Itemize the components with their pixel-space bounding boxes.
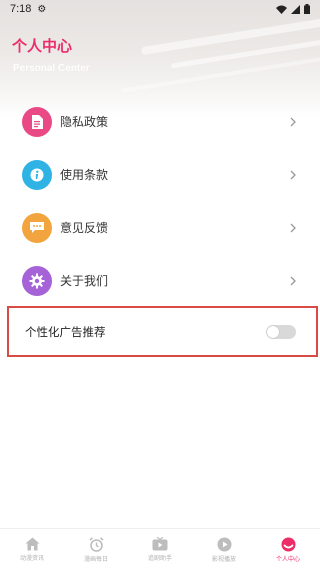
menu-item-label: 隐私政策: [60, 115, 109, 129]
tab-personal-center[interactable]: 个人中心: [256, 529, 320, 569]
document-icon: [22, 106, 52, 137]
gear-icon: [22, 265, 52, 296]
personalized-ads-toggle[interactable]: [266, 324, 296, 339]
menu-item-label: 意见反馈: [60, 221, 109, 235]
chevron-right-icon: [290, 170, 296, 179]
play-icon: [217, 537, 231, 552]
menu-item-privacy-policy[interactable]: 隐私政策: [0, 95, 320, 148]
chevron-right-icon: [290, 276, 296, 285]
status-bar: 7:18 ⚙: [0, 0, 320, 18]
info-icon: [22, 159, 52, 190]
battery-icon: [304, 4, 310, 14]
tab-label: 漫画每日: [83, 556, 108, 563]
tab-label: 影视播放: [211, 556, 236, 563]
personalized-ads-label: 个性化广告推荐: [25, 324, 106, 339]
home-icon: [25, 537, 39, 551]
chat-icon: [22, 212, 52, 243]
chevron-right-icon: [290, 117, 296, 126]
tab-label: 个人中心: [275, 556, 300, 563]
toggle-knob: [267, 325, 279, 338]
status-time: 7:18: [10, 3, 32, 15]
menu-item-terms-of-use[interactable]: 使用条款: [0, 148, 320, 201]
wifi-icon: [276, 5, 287, 14]
tab-label: 动漫资讯: [19, 555, 44, 562]
tab-anime-news[interactable]: 动漫资讯: [0, 529, 64, 569]
signal-icon: [291, 4, 300, 14]
bottom-tab-bar: 动漫资讯 漫画每日 追剧助手 影视播放 个人中心: [0, 528, 320, 569]
tab-daily-comics[interactable]: 漫画每日: [64, 529, 128, 569]
profile-icon: [281, 537, 295, 552]
page-subtitle: Personal Center: [13, 63, 90, 74]
page-title: 个人中心: [12, 37, 73, 55]
menu-item-label: 使用条款: [60, 168, 109, 182]
menu-item-feedback[interactable]: 意见反馈: [0, 201, 320, 254]
menu-item-label: 关于我们: [60, 274, 109, 288]
personalized-ads-row: 个性化广告推荐: [7, 306, 318, 357]
tab-video-play[interactable]: 影视播放: [192, 529, 256, 569]
menu-list: 隐私政策 使用条款 意见反馈 关于我们: [0, 95, 320, 307]
alarm-clock-icon: [88, 537, 104, 552]
settings-status-icon: ⚙: [37, 3, 47, 15]
tab-drama-helper[interactable]: 追剧助手: [128, 529, 192, 569]
menu-item-about-us[interactable]: 关于我们: [0, 254, 320, 307]
tab-label: 追剧助手: [147, 555, 172, 562]
chevron-right-icon: [290, 223, 296, 232]
tv-icon: [152, 537, 168, 551]
